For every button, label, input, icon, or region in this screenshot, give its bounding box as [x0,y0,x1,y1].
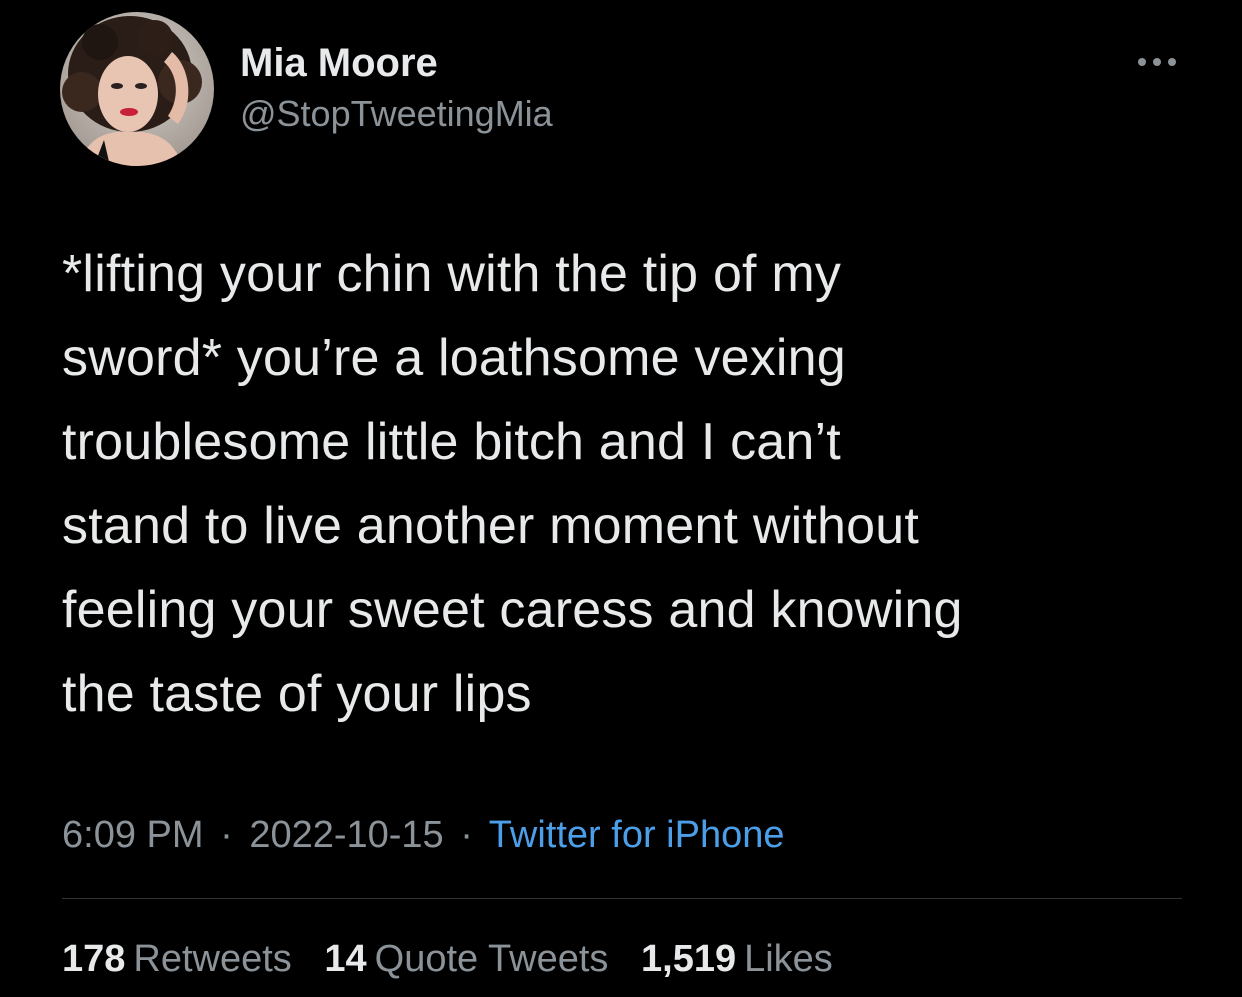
tweet-text-line: the taste of your lips [62,665,532,723]
display-name[interactable]: Mia Moore [240,40,553,86]
retweets-count: 178 [62,938,126,980]
more-options-button[interactable] [1134,52,1180,72]
ellipsis-icon [1138,58,1176,66]
engagement-stats: 178 Retweets 14 Quote Tweets 1,519 Likes [62,934,855,984]
likes-label: Likes [744,938,833,980]
tweet-text-line: troublesome little bitch and I can’t [62,413,841,471]
tweet-text-line: feeling your sweet caress and knowing [62,581,963,639]
retweets-stat[interactable]: 178 Retweets [62,938,292,980]
quote-tweets-count: 14 [324,938,367,980]
quote-tweets-label: Quote Tweets [374,938,609,980]
tweet-time[interactable]: 6:09 PM [62,814,204,856]
tweet-text-line: stand to live another moment without [62,497,919,555]
tweet-source-link[interactable]: Twitter for iPhone [489,814,785,856]
user-handle[interactable]: @StopTweetingMia [240,92,553,136]
tweet-text-line: sword* you’re a loathsome vexing [62,329,846,387]
tweet-metadata: 6:09 PM · 2022-10-15 · Twitter for iPhon… [62,810,784,860]
divider [62,898,1182,899]
tweet-text: *lifting your chin with the tip of my sw… [62,232,1182,736]
avatar[interactable] [60,12,214,166]
tweet-text-line: *lifting your chin with the tip of my [62,245,842,303]
tweet-date[interactable]: 2022-10-15 [249,814,443,856]
separator-dot: · [460,814,473,856]
likes-count: 1,519 [641,938,737,980]
quote-tweets-stat[interactable]: 14 Quote Tweets [324,938,608,980]
tweet-card: Mia Moore @StopTweetingMia *lifting your… [0,0,1242,997]
likes-stat[interactable]: 1,519 Likes [641,938,833,980]
retweets-label: Retweets [133,938,292,980]
profile-photo-icon [60,12,214,166]
separator-dot: · [220,814,233,856]
author-info: Mia Moore @StopTweetingMia [240,40,553,136]
